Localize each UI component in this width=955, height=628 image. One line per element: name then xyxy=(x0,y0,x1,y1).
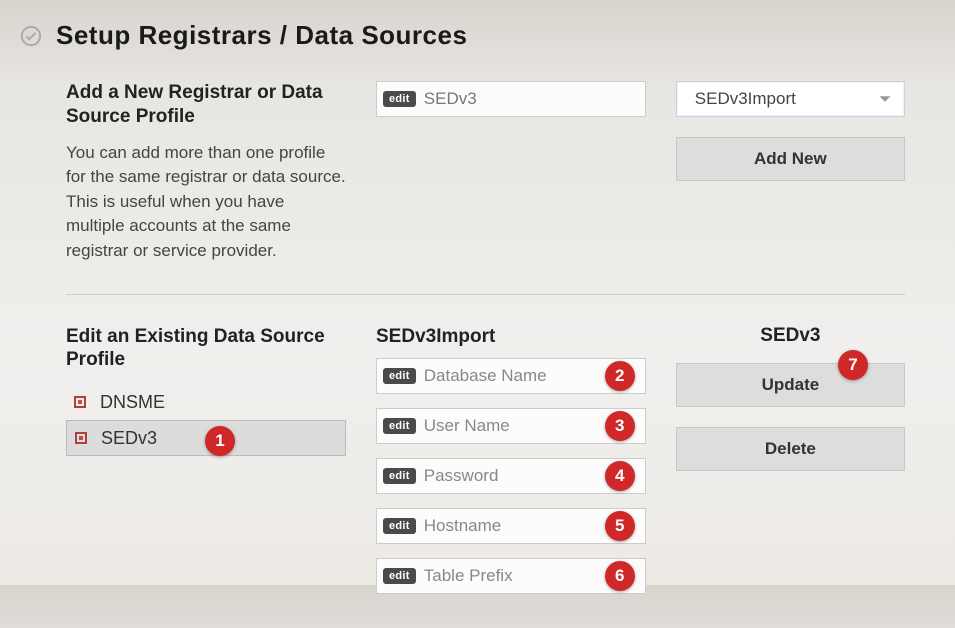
check-circle-icon xyxy=(20,25,42,47)
add-section-description: You can add more than one profile for th… xyxy=(66,141,346,264)
database-name-input[interactable] xyxy=(424,359,645,393)
profile-name-input[interactable] xyxy=(424,82,645,116)
annotation-badge-1: 1 xyxy=(205,426,235,456)
profile-item-label: SEDv3 xyxy=(101,428,157,449)
user-name-input[interactable] xyxy=(424,409,645,443)
actions-title: SEDv3 xyxy=(676,325,905,347)
actions-title-text: SEDv3 xyxy=(760,325,820,346)
add-new-button[interactable]: Add New xyxy=(676,137,905,181)
form-title: SEDv3Import xyxy=(376,325,646,349)
hostname-field[interactable]: edit 5 xyxy=(376,508,646,544)
add-new-row: Add a New Registrar or Data Source Profi… xyxy=(66,81,905,264)
square-marker-icon xyxy=(74,396,86,408)
database-name-field[interactable]: edit 2 xyxy=(376,358,646,394)
table-prefix-input[interactable] xyxy=(424,559,645,593)
edit-badge-icon: edit xyxy=(383,518,416,534)
profile-list: DNSME SEDv3 1 xyxy=(66,384,346,456)
select-value: SEDv3Import xyxy=(695,89,796,109)
edit-badge-icon: edit xyxy=(383,91,416,107)
edit-badge-icon: edit xyxy=(383,568,416,584)
chevron-down-icon xyxy=(878,92,892,106)
add-section-title: Add a New Registrar or Data Source Profi… xyxy=(66,81,346,129)
divider xyxy=(66,294,905,295)
table-prefix-field[interactable]: edit 6 xyxy=(376,558,646,594)
password-input[interactable] xyxy=(424,459,645,493)
square-marker-icon xyxy=(75,432,87,444)
import-type-select[interactable]: SEDv3Import xyxy=(676,81,905,117)
edit-section-title: Edit an Existing Data Source Profile xyxy=(66,325,346,373)
page-title: Setup Registrars / Data Sources xyxy=(56,20,467,51)
profile-name-input-wrap[interactable]: edit xyxy=(376,81,646,117)
delete-button[interactable]: Delete xyxy=(676,427,905,471)
edit-badge-icon: edit xyxy=(383,468,416,484)
profile-item-dnsme[interactable]: DNSME xyxy=(66,384,346,420)
password-field[interactable]: edit 4 xyxy=(376,458,646,494)
edit-badge-icon: edit xyxy=(383,418,416,434)
update-button[interactable]: Update 7 xyxy=(676,363,905,407)
edit-badge-icon: edit xyxy=(383,368,416,384)
annotation-badge-7: 7 xyxy=(838,350,868,380)
profile-item-label: DNSME xyxy=(100,392,165,413)
edit-row: Edit an Existing Data Source Profile DNS… xyxy=(66,325,905,609)
page-header: Setup Registrars / Data Sources xyxy=(20,20,925,51)
hostname-input[interactable] xyxy=(424,509,645,543)
user-name-field[interactable]: edit 3 xyxy=(376,408,646,444)
update-button-label: Update xyxy=(762,375,820,394)
profile-item-sedv3[interactable]: SEDv3 1 xyxy=(66,420,346,456)
